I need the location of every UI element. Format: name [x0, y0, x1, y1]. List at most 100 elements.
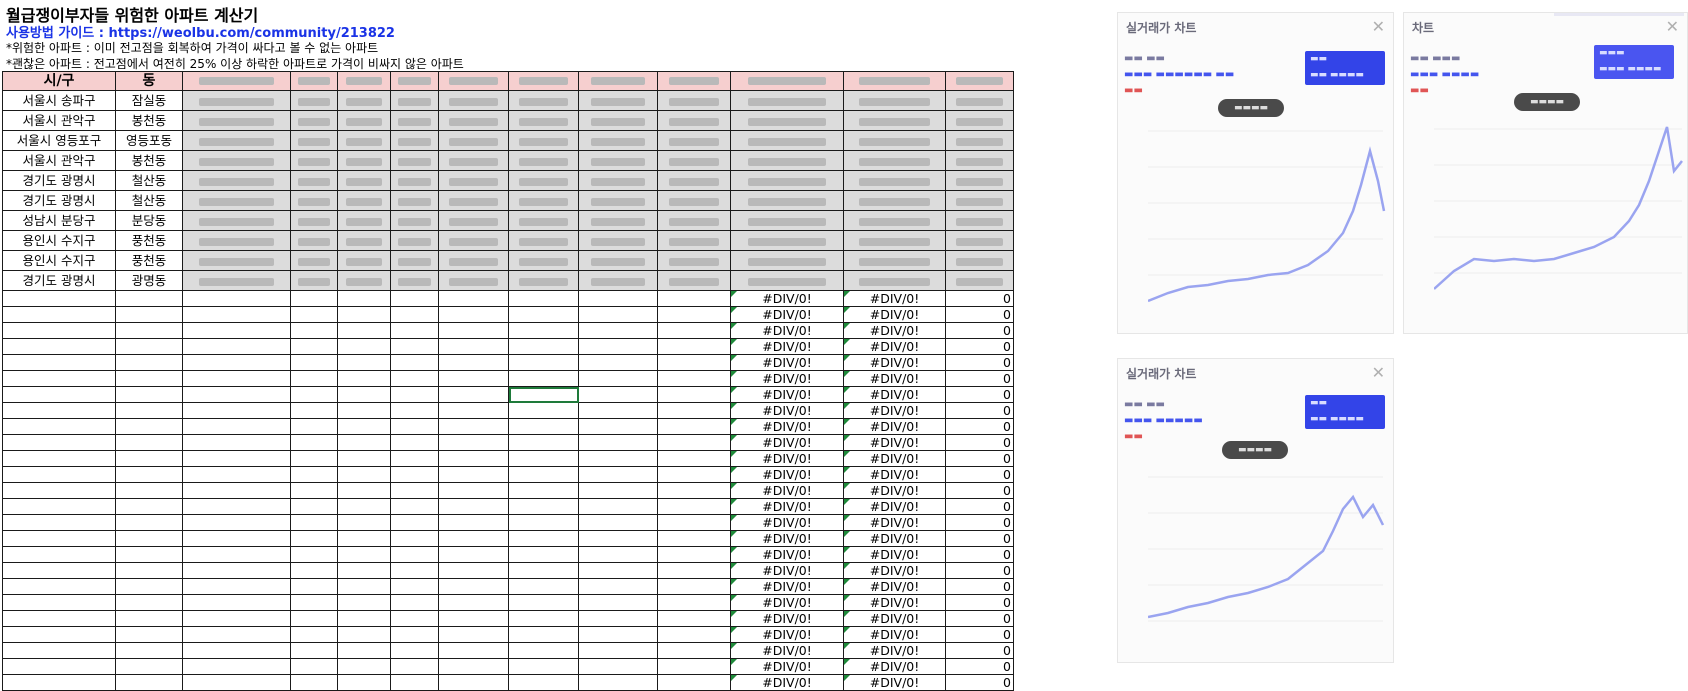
blurred-cell[interactable]: [438, 90, 509, 111]
empty-cell[interactable]: [657, 514, 731, 531]
empty-cell[interactable]: [115, 322, 183, 339]
error-cell[interactable]: #DIV/0!: [730, 322, 844, 339]
empty-cell[interactable]: [390, 290, 439, 307]
error-cell[interactable]: #DIV/0!: [843, 498, 946, 515]
error-cell[interactable]: #DIV/0!: [843, 386, 946, 403]
empty-cell[interactable]: [290, 402, 338, 419]
error-cell[interactable]: #DIV/0!: [843, 338, 946, 355]
blurred-cell[interactable]: [730, 190, 844, 211]
empty-cell[interactable]: [182, 466, 291, 483]
error-cell[interactable]: #DIV/0!: [730, 594, 844, 611]
blurred-cell[interactable]: [843, 90, 946, 111]
error-cell[interactable]: #DIV/0!: [843, 290, 946, 307]
empty-cell[interactable]: [390, 306, 439, 323]
empty-cell[interactable]: [337, 562, 391, 579]
blurred-cell[interactable]: [438, 110, 509, 131]
empty-cell[interactable]: [115, 546, 183, 563]
empty-cell[interactable]: [438, 610, 509, 627]
empty-cell[interactable]: [438, 418, 509, 435]
blurred-cell[interactable]: [337, 270, 391, 291]
empty-cell[interactable]: [182, 674, 291, 691]
empty-cell[interactable]: [508, 530, 579, 547]
zero-cell[interactable]: 0: [945, 306, 1014, 323]
table-row[interactable]: #DIV/0! #DIV/0! 0: [2, 674, 1014, 691]
blurred-cell[interactable]: [182, 210, 291, 231]
error-cell[interactable]: #DIV/0!: [843, 514, 946, 531]
column-header-blurred[interactable]: [508, 71, 579, 91]
empty-cell[interactable]: [2, 338, 116, 355]
blurred-cell[interactable]: [337, 90, 391, 111]
error-cell[interactable]: #DIV/0!: [843, 482, 946, 499]
chart-panel-3[interactable]: 실거래가 차트 ✕ ▬▬ ▬▬ ▬▬▬ ▬▬▬▬▬ ▬▬ ▬▬ ▬▬ ▬▬▬▬ ▬…: [1117, 358, 1394, 663]
dong-cell[interactable]: 풍천동: [115, 230, 183, 251]
empty-cell[interactable]: [182, 626, 291, 643]
table-row[interactable]: #DIV/0! #DIV/0! 0: [2, 402, 1014, 419]
empty-cell[interactable]: [290, 642, 338, 659]
table-row[interactable]: 용인시 수지구 풍천동: [2, 230, 1014, 251]
blurred-cell[interactable]: [730, 210, 844, 231]
blurred-cell[interactable]: [438, 130, 509, 151]
table-row[interactable]: #DIV/0! #DIV/0! 0: [2, 290, 1014, 307]
error-cell[interactable]: #DIV/0!: [843, 450, 946, 467]
blurred-cell[interactable]: [508, 150, 579, 171]
empty-cell[interactable]: [390, 530, 439, 547]
error-cell[interactable]: #DIV/0!: [730, 290, 844, 307]
empty-cell[interactable]: [508, 610, 579, 627]
zero-cell[interactable]: 0: [945, 482, 1014, 499]
table-row[interactable]: #DIV/0! #DIV/0! 0: [2, 546, 1014, 563]
table-row[interactable]: 경기도 광명시 철산동: [2, 190, 1014, 211]
blurred-cell[interactable]: [578, 150, 658, 171]
empty-cell[interactable]: [337, 386, 391, 403]
empty-cell[interactable]: [390, 642, 439, 659]
empty-cell[interactable]: [438, 338, 509, 355]
blurred-cell[interactable]: [438, 150, 509, 171]
error-cell[interactable]: #DIV/0!: [843, 578, 946, 595]
empty-cell[interactable]: [390, 610, 439, 627]
empty-cell[interactable]: [337, 418, 391, 435]
blurred-cell[interactable]: [843, 110, 946, 131]
blurred-cell[interactable]: [657, 230, 731, 251]
empty-cell[interactable]: [115, 530, 183, 547]
empty-cell[interactable]: [438, 530, 509, 547]
blurred-cell[interactable]: [578, 110, 658, 131]
empty-cell[interactable]: [438, 450, 509, 467]
error-cell[interactable]: #DIV/0!: [730, 306, 844, 323]
table-row[interactable]: #DIV/0! #DIV/0! 0: [2, 306, 1014, 323]
city-cell[interactable]: 용인시 수지구: [2, 250, 116, 271]
error-cell[interactable]: #DIV/0!: [730, 354, 844, 371]
zero-cell[interactable]: 0: [945, 418, 1014, 435]
empty-cell[interactable]: [182, 338, 291, 355]
empty-cell[interactable]: [657, 578, 731, 595]
blurred-cell[interactable]: [290, 210, 338, 231]
empty-cell[interactable]: [578, 338, 658, 355]
empty-cell[interactable]: [390, 674, 439, 691]
blurred-cell[interactable]: [657, 270, 731, 291]
empty-cell[interactable]: [290, 290, 338, 307]
zero-cell[interactable]: 0: [945, 450, 1014, 467]
empty-cell[interactable]: [337, 322, 391, 339]
empty-cell[interactable]: [578, 594, 658, 611]
blurred-cell[interactable]: [730, 110, 844, 131]
empty-cell[interactable]: [508, 386, 579, 403]
blurred-cell[interactable]: [657, 190, 731, 211]
blurred-cell[interactable]: [945, 170, 1014, 191]
empty-cell[interactable]: [182, 610, 291, 627]
empty-cell[interactable]: [182, 530, 291, 547]
empty-cell[interactable]: [438, 546, 509, 563]
table-row[interactable]: #DIV/0! #DIV/0! 0: [2, 594, 1014, 611]
empty-cell[interactable]: [508, 290, 579, 307]
blurred-cell[interactable]: [290, 150, 338, 171]
close-icon[interactable]: ✕: [1372, 363, 1385, 382]
empty-cell[interactable]: [657, 674, 731, 691]
blurred-cell[interactable]: [290, 130, 338, 151]
error-cell[interactable]: #DIV/0!: [730, 434, 844, 451]
chart-range-pill[interactable]: ▬▬▬▬: [1514, 93, 1580, 111]
error-cell[interactable]: #DIV/0!: [843, 370, 946, 387]
error-cell[interactable]: #DIV/0!: [843, 306, 946, 323]
blurred-cell[interactable]: [438, 170, 509, 191]
empty-cell[interactable]: [438, 514, 509, 531]
empty-cell[interactable]: [2, 578, 116, 595]
city-cell[interactable]: 경기도 광명시: [2, 270, 116, 291]
empty-cell[interactable]: [337, 578, 391, 595]
zero-cell[interactable]: 0: [945, 466, 1014, 483]
